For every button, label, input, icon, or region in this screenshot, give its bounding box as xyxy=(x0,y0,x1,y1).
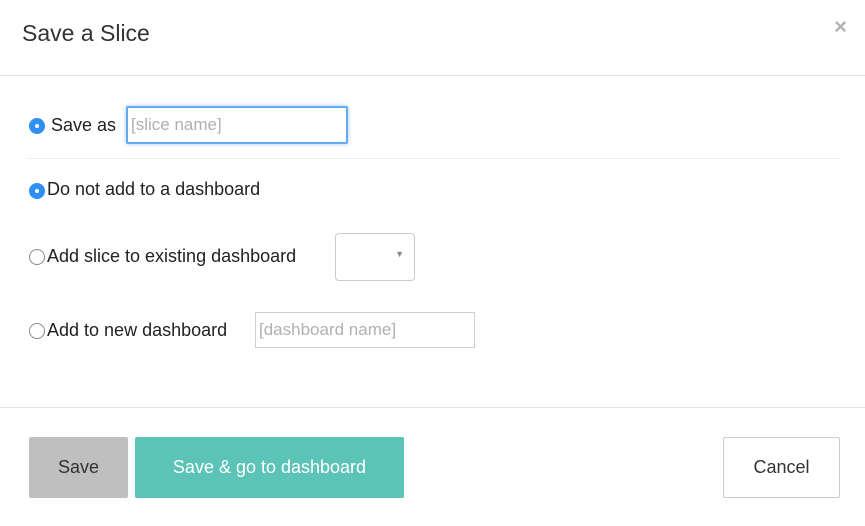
cancel-button[interactable]: Cancel xyxy=(723,437,840,498)
save-button[interactable]: Save xyxy=(29,437,128,498)
new-dashboard-radio[interactable] xyxy=(29,323,45,339)
save-as-label: Save as xyxy=(51,115,117,135)
section-divider xyxy=(28,158,840,159)
close-icon[interactable]: × xyxy=(834,16,847,38)
existing-dashboard-radio[interactable] xyxy=(29,249,45,265)
modal-footer: Save Save & go to dashboard Cancel xyxy=(0,407,865,526)
modal-header: Save a Slice × xyxy=(0,0,865,76)
save-and-go-to-dashboard-button[interactable]: Save & go to dashboard xyxy=(135,437,404,498)
chevron-down-icon: ▼ xyxy=(395,249,404,259)
existing-dashboard-select[interactable]: ▼ xyxy=(335,233,415,281)
existing-dashboard-label: Add slice to existing dashboard xyxy=(47,246,297,266)
save-slice-modal: Save a Slice × Save as Do not add to a d… xyxy=(0,0,865,526)
new-dashboard-label: Add to new dashboard xyxy=(47,320,228,340)
save-as-radio[interactable] xyxy=(29,118,45,134)
no-dashboard-radio[interactable] xyxy=(29,183,45,199)
modal-title: Save a Slice xyxy=(22,20,150,46)
dashboard-name-input[interactable] xyxy=(255,312,475,348)
no-dashboard-label: Do not add to a dashboard xyxy=(47,179,261,199)
slice-name-input[interactable] xyxy=(126,106,348,144)
